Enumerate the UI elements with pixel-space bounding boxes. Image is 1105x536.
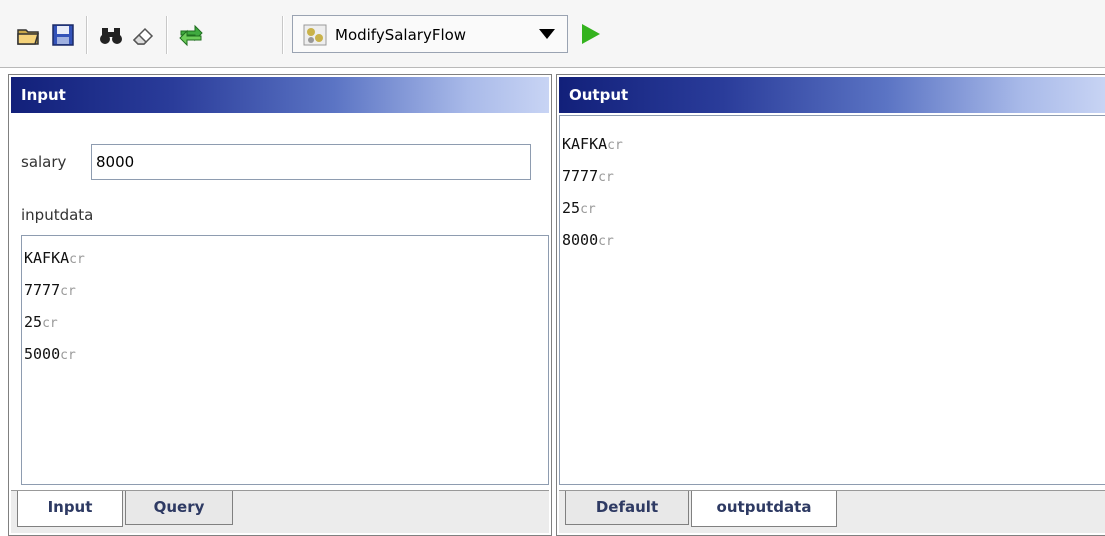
inputdata-line: 25cr [24, 306, 546, 338]
line-text: 7777 [562, 167, 599, 185]
input-pane-title: Input [21, 86, 66, 104]
flow-selector-value: ModifySalaryFlow [335, 26, 467, 44]
line-text: KAFKA [562, 135, 608, 153]
line-text: 5000 [24, 345, 61, 363]
transfer-arrows-icon[interactable] [178, 22, 204, 48]
inputdata-line: 7777cr [24, 274, 546, 306]
inputdata-label: inputdata [21, 206, 94, 224]
inputdata-line: KAFKAcr [24, 242, 546, 274]
output-line: 25cr [562, 192, 1103, 224]
line-text: 25 [24, 313, 43, 331]
toolbar: ModifySalaryFlow [0, 0, 1105, 68]
eraser-icon[interactable] [130, 22, 156, 48]
inputdata-textarea[interactable]: KAFKAcr 7777cr 25cr 5000cr [21, 235, 549, 485]
inputdata-line: 5000cr [24, 338, 546, 370]
output-pane-header: Output [559, 77, 1105, 113]
line-marker: cr [580, 202, 596, 217]
line-marker: cr [598, 234, 614, 249]
salary-label: salary [21, 153, 67, 171]
line-marker: cr [69, 252, 85, 267]
chevron-down-icon[interactable] [539, 29, 555, 39]
input-pane-header: Input [11, 77, 549, 113]
open-folder-icon[interactable] [16, 22, 42, 48]
tab-outputdata[interactable]: outputdata [691, 491, 837, 527]
line-marker: cr [60, 348, 76, 363]
line-text: 8000 [562, 231, 599, 249]
input-tabbar: Input Query [11, 490, 549, 533]
line-marker: cr [598, 170, 614, 185]
flow-selector[interactable]: ModifySalaryFlow [292, 15, 568, 53]
tab-input[interactable]: Input [17, 491, 123, 527]
flow-icon [303, 24, 327, 46]
tab-query[interactable]: Query [125, 491, 233, 525]
output-line: KAFKAcr [562, 128, 1103, 160]
binoculars-icon[interactable] [98, 22, 124, 48]
output-line: 7777cr [562, 160, 1103, 192]
line-marker: cr [42, 316, 58, 331]
line-text: 7777 [24, 281, 61, 299]
line-text: KAFKA [24, 249, 70, 267]
output-tabbar: Default outputdata [559, 490, 1105, 533]
toolbar-separator [166, 16, 168, 54]
output-line: 8000cr [562, 224, 1103, 256]
run-icon[interactable] [582, 24, 600, 44]
save-icon[interactable] [50, 22, 76, 48]
output-pane: Output KAFKAcr 7777cr 25cr 8000cr Defaul… [556, 74, 1105, 536]
input-pane: Input salary inputdata KAFKAcr 7777cr 25… [8, 74, 552, 536]
salary-input[interactable] [91, 144, 531, 180]
line-text: 25 [562, 199, 581, 217]
output-pane-title: Output [569, 86, 629, 104]
tab-default[interactable]: Default [565, 491, 689, 525]
toolbar-separator [86, 16, 88, 54]
output-textarea[interactable]: KAFKAcr 7777cr 25cr 8000cr [559, 115, 1105, 485]
toolbar-separator [282, 16, 284, 54]
line-marker: cr [607, 138, 623, 153]
line-marker: cr [60, 284, 76, 299]
